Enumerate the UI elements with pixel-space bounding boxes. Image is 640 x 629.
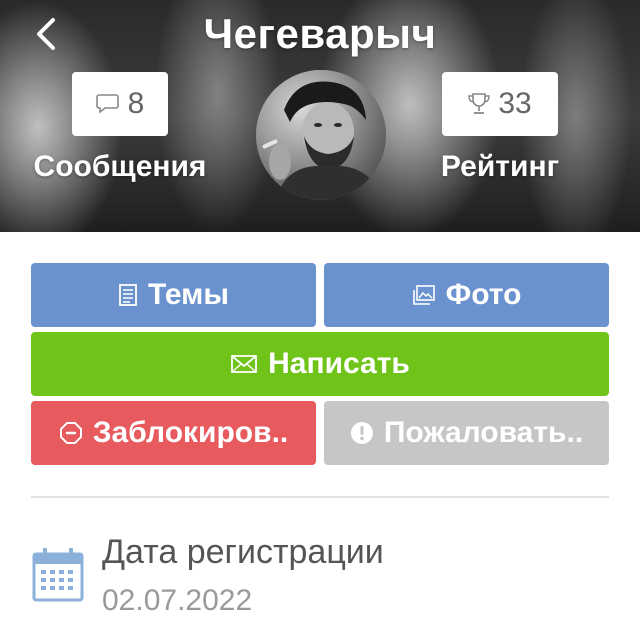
registration-date-value: 02.07.2022 [102, 584, 253, 617]
messages-count: 8 [127, 87, 145, 120]
page-title: Чегеварыч [203, 10, 437, 57]
avatar-image [256, 70, 386, 200]
block-user-button-label: Заблокиров.. [92, 416, 289, 449]
rating-count-box[interactable]: 33 [442, 72, 558, 136]
avatar[interactable] [256, 70, 386, 200]
topics-button[interactable]: Темы [31, 263, 316, 327]
section-divider [31, 496, 609, 498]
topics-button-label: Темы [148, 278, 229, 311]
chat-bubble-icon [95, 94, 119, 114]
photo-button-label: Фото [445, 278, 522, 311]
exclamation-circle-icon [350, 422, 373, 444]
rating-count: 33 [498, 87, 532, 120]
report-user-button-label: Пожаловать.. [383, 416, 584, 449]
report-user-button[interactable]: Пожаловать.. [324, 401, 609, 465]
registration-date-label: Дата регистрации [102, 533, 384, 571]
messages-count-box[interactable]: 8 [72, 72, 168, 136]
envelope-icon [231, 355, 257, 373]
document-icon [119, 284, 137, 306]
trophy-icon [468, 93, 491, 114]
block-user-button[interactable]: Заблокиров.. [31, 401, 316, 465]
rating-label: Рейтинг [440, 150, 560, 183]
image-icon [412, 285, 435, 305]
write-message-button-label: Написать [268, 347, 410, 380]
write-message-button[interactable]: Написать [31, 332, 609, 396]
messages-label: Сообщения [33, 150, 207, 183]
photo-button[interactable]: Фото [324, 263, 609, 327]
profile-header: Чегеварыч 8 Сообщения 33 Рейтинг [0, 0, 640, 232]
octagon-alert-icon [59, 422, 82, 444]
calendar-icon [32, 548, 84, 602]
